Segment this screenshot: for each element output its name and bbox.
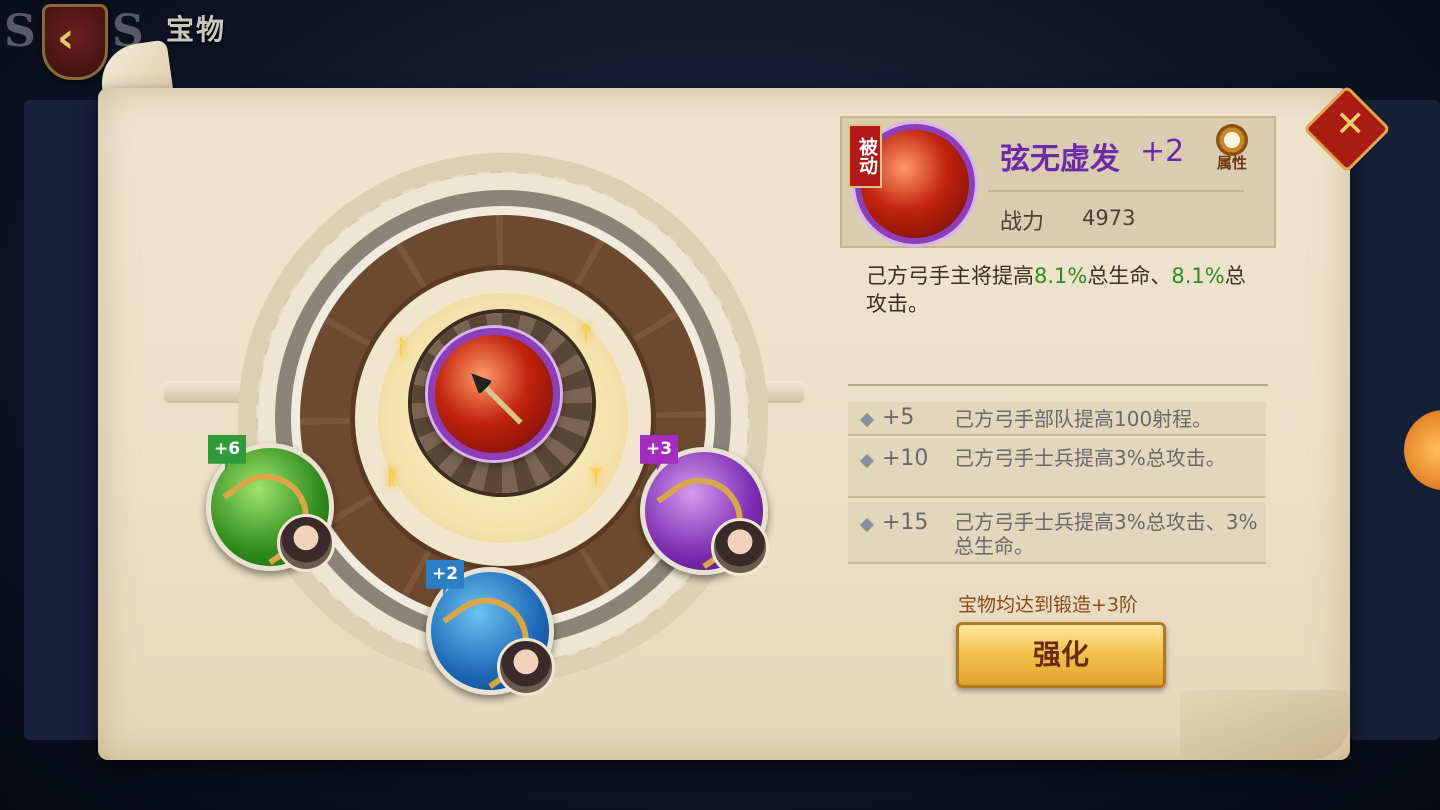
- top-bar: S ‹ S 宝物: [0, 0, 1440, 80]
- desc-text: 己方弓手主将提高: [866, 264, 1034, 288]
- passive-badge: 被动: [848, 124, 882, 188]
- background-hint: [520, 24, 960, 58]
- bonus-row: +5 己方弓手部队提高100射程。: [848, 402, 1266, 436]
- back-button[interactable]: ‹: [42, 4, 108, 80]
- scroll-curl-bottom: [1180, 690, 1350, 760]
- desc-text: 总生命、: [1087, 264, 1172, 288]
- treasure-wheel: ᛚ ᛏ ᚱ ᛉ +6 +2 +3: [164, 135, 804, 735]
- rune-icon: ᛉ: [590, 465, 602, 489]
- bonus-level: +15: [882, 510, 929, 535]
- rune-icon: ᛚ: [396, 335, 408, 359]
- treasure-plus-level: +2: [1140, 134, 1185, 169]
- bonus-text: 己方弓手士兵提高3%总攻击、3%总生命。: [954, 510, 1258, 558]
- hero-portrait: [711, 518, 769, 576]
- page-title: 宝物: [166, 13, 227, 46]
- decor-left: S: [4, 6, 36, 57]
- requirement-text: 宝物均达到锻造+3阶: [958, 594, 1139, 616]
- bonus-level: +10: [882, 446, 929, 471]
- bonus-text: 己方弓手士兵提高3%总攻击。: [954, 446, 1226, 470]
- bonus-row: +10 己方弓手士兵提高3%总攻击。: [848, 438, 1266, 498]
- power-value: 4973: [1082, 206, 1136, 230]
- close-icon: ✕: [1335, 103, 1366, 145]
- desc-highlight: 8.1%: [1171, 264, 1225, 288]
- spear-icon: [465, 367, 527, 429]
- back-arrow-icon: ‹: [57, 13, 75, 62]
- diamond-icon: [859, 453, 875, 469]
- diamond-icon: [859, 517, 875, 533]
- hero-portrait: [277, 514, 335, 572]
- diamond-icon: [859, 412, 875, 428]
- section-divider: [848, 384, 1268, 386]
- rune-icon: ᛏ: [580, 321, 592, 345]
- hero-portrait: [497, 638, 555, 696]
- bonus-level: +5: [882, 405, 915, 430]
- bonus-row: +15 己方弓手士兵提高3%总攻击、3%总生命。: [848, 502, 1266, 564]
- header-divider: [988, 190, 1244, 192]
- treasure-description: 己方弓手主将提高8.1%总生命、8.1%总攻击。: [866, 262, 1258, 318]
- enhance-button[interactable]: 强化: [956, 622, 1166, 688]
- attribute-button[interactable]: 属性: [1207, 124, 1257, 180]
- rune-icon: ᚱ: [386, 465, 398, 489]
- power-label: 战力: [1000, 210, 1045, 235]
- attribute-button-label: 属性: [1216, 154, 1247, 172]
- desc-highlight: 8.1%: [1034, 264, 1088, 288]
- bg-panel-left: [24, 100, 104, 740]
- treasure-orb-center[interactable]: [428, 328, 560, 460]
- bonus-text: 己方弓手部队提高100射程。: [954, 407, 1213, 431]
- treasure-name: 弦无虚发: [1000, 142, 1120, 177]
